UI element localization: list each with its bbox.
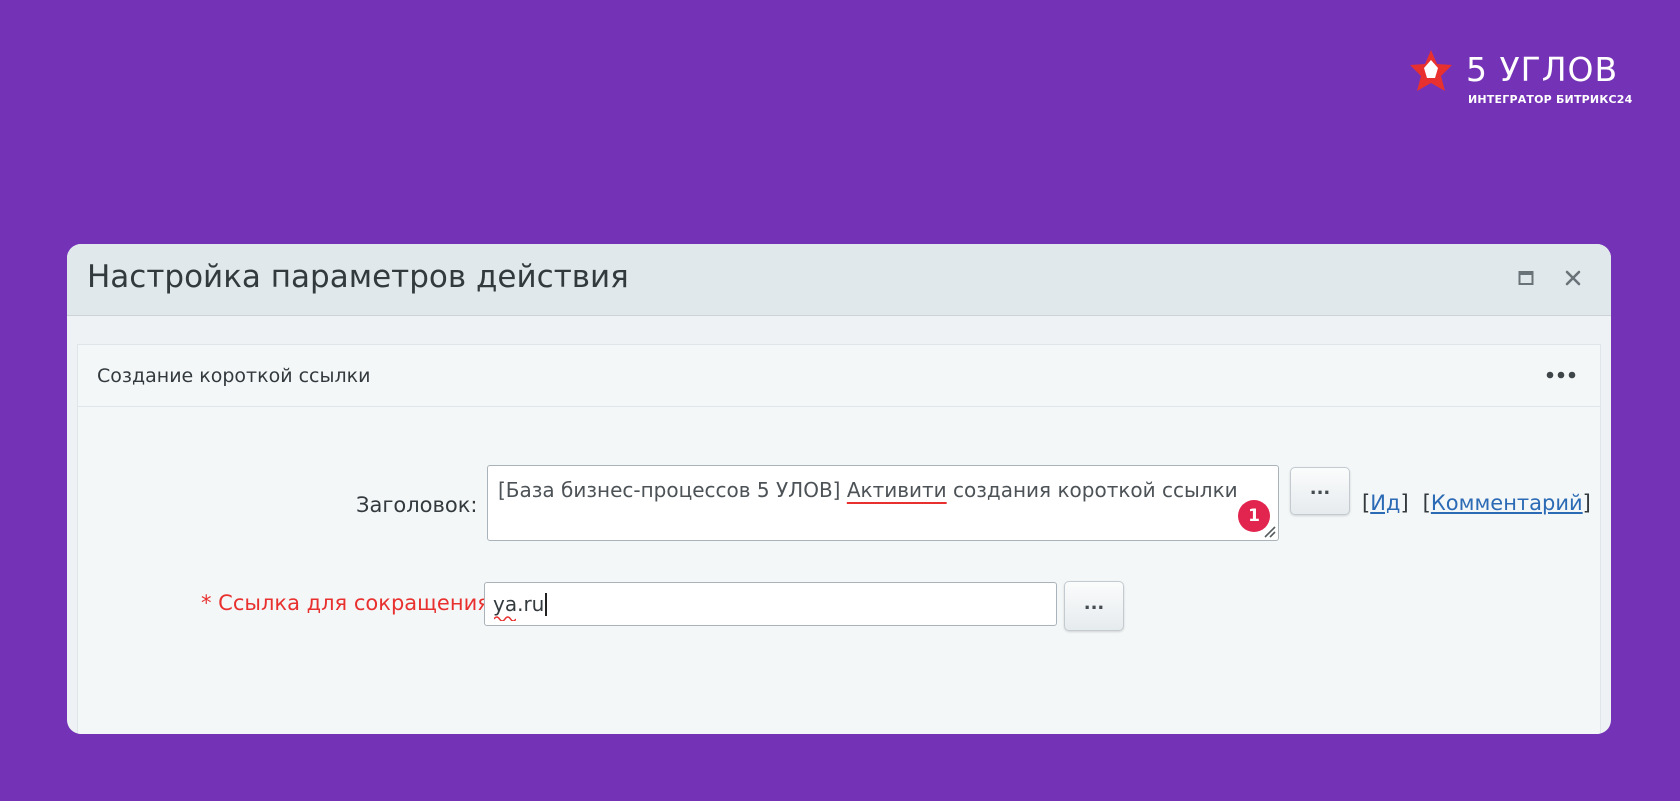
maximize-button[interactable] <box>1510 262 1542 294</box>
id-link[interactable]: Ид <box>1370 491 1400 515</box>
brand-subtitle: ИНТЕГРАТОР БИТРИКС24 <box>1468 93 1633 106</box>
panel-title: Создание короткой ссылки <box>97 365 371 387</box>
star-logo-icon <box>1410 50 1452 91</box>
close-icon <box>1565 270 1581 286</box>
text-caret <box>545 593 548 616</box>
action-settings-dialog: Настройка параметров действия Создание к… <box>67 244 1611 734</box>
maximize-icon <box>1518 271 1534 285</box>
comment-link[interactable]: Комментарий <box>1431 491 1583 515</box>
link-input-value: ya.ru <box>493 592 548 616</box>
activity-panel: Создание короткой ссылки Заголовок: [Баз… <box>77 344 1601 734</box>
link-field-label: * Ссылка для сокращения: <box>201 591 497 615</box>
panel-header: Создание короткой ссылки <box>78 345 1600 407</box>
title-field-label: Заголовок: <box>356 493 478 517</box>
spellcheck-squiggle <box>494 616 516 621</box>
brand-name: 5 УГЛОВ <box>1466 50 1619 89</box>
link-insert-button[interactable]: ... <box>1064 581 1124 631</box>
more-icon <box>1546 371 1576 379</box>
brand-logo: 5 УГЛОВ ИНТЕГРАТОР БИТРИКС24 <box>1408 48 1632 108</box>
dialog-header: Настройка параметров действия <box>67 244 1611 316</box>
more-options-button[interactable] <box>1543 363 1579 387</box>
field-links: [Ид] [Комментарий] <box>1362 491 1591 515</box>
close-button[interactable] <box>1557 262 1589 294</box>
resize-grip-icon[interactable] <box>1262 524 1276 538</box>
title-textarea[interactable]: [База бизнес-процессов 5 УЛОВ] Активити … <box>487 465 1279 541</box>
title-textarea-value: [База бизнес-процессов 5 УЛОВ] Активити … <box>498 478 1238 502</box>
dialog-title: Настройка параметров действия <box>87 259 629 295</box>
title-insert-button[interactable]: ... <box>1290 467 1350 515</box>
link-input[interactable]: ya.ru <box>484 582 1057 626</box>
misspelled-word: Активити <box>846 478 947 502</box>
